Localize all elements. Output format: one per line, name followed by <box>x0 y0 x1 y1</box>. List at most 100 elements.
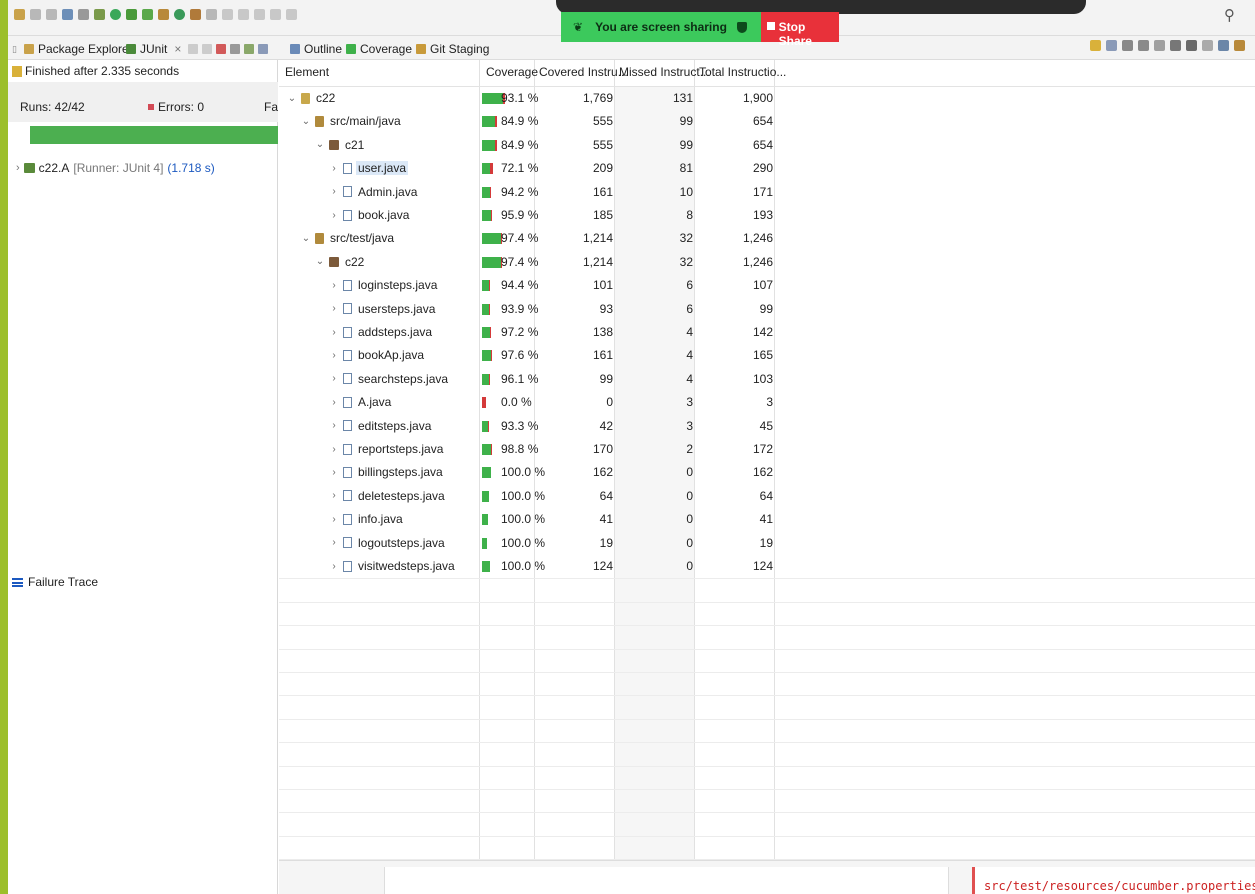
header-element[interactable]: Element <box>285 65 329 79</box>
element-cell[interactable]: › loginsteps.java <box>329 278 439 292</box>
chevron-right-icon[interactable]: › <box>329 186 339 197</box>
table-row[interactable]: › addsteps.java 97.2 % 138 4 142 <box>279 321 775 344</box>
table-row[interactable]: › deletesteps.java 100.0 % 64 0 64 <box>279 485 775 508</box>
table-row[interactable]: › book.java 95.9 % 185 8 193 <box>279 204 775 227</box>
show-failures-only-icon[interactable] <box>216 44 226 54</box>
element-cell[interactable]: › Admin.java <box>329 185 419 199</box>
table-row[interactable]: ⌄ c22 97.4 % 1,214 32 1,246 <box>279 251 775 274</box>
element-cell[interactable]: › reportsteps.java <box>329 442 445 456</box>
merge-sessions-icon[interactable] <box>1170 40 1181 51</box>
element-cell[interactable]: › book.java <box>329 208 411 222</box>
chevron-right-icon[interactable]: › <box>329 350 339 361</box>
test-history-icon[interactable] <box>258 44 268 54</box>
chevron-right-icon[interactable]: › <box>329 303 339 314</box>
chevron-down-icon[interactable]: ⌄ <box>301 116 311 127</box>
tab-git-staging[interactable]: Git Staging <box>416 40 489 58</box>
element-cell[interactable]: ⌄ c22 <box>315 255 366 269</box>
chevron-down-icon[interactable]: ⌄ <box>287 93 297 104</box>
view-menu-icon[interactable] <box>1234 40 1245 51</box>
tab-coverage[interactable]: Coverage × <box>346 40 426 58</box>
chevron-right-icon[interactable]: › <box>329 397 339 408</box>
table-row[interactable]: › logoutsteps.java 100.0 % 19 0 19 <box>279 532 775 555</box>
test-suite-item[interactable]: › c22.A [Runner: JUnit 4] (1.718 s) <box>16 161 215 175</box>
previous-failure-icon[interactable] <box>202 44 212 54</box>
chevron-right-icon[interactable]: › <box>329 444 339 455</box>
element-cell[interactable]: › user.java <box>329 161 409 176</box>
chevron-right-icon[interactable]: › <box>329 490 339 501</box>
chevron-right-icon[interactable]: › <box>329 327 339 338</box>
dump-execution-data-icon[interactable] <box>1186 40 1197 51</box>
element-cell[interactable]: › usersteps.java <box>329 302 437 316</box>
tab-outline[interactable]: Outline <box>290 40 342 58</box>
save-all-icon[interactable] <box>46 8 57 20</box>
element-cell[interactable]: › visitwedsteps.java <box>329 559 457 573</box>
stop-share-button[interactable]: Stop Share <box>761 12 839 48</box>
remove-session-icon[interactable] <box>1138 40 1149 51</box>
chevron-right-icon[interactable]: › <box>329 467 339 478</box>
header-coverage[interactable]: Coverage <box>486 65 538 79</box>
chevron-down-icon[interactable]: ⌄ <box>301 233 311 244</box>
element-cell[interactable]: › deletesteps.java <box>329 489 447 503</box>
table-row[interactable]: › info.java 100.0 % 41 0 41 <box>279 508 775 531</box>
next-annotation-icon[interactable] <box>238 8 249 20</box>
tab-package-explorer[interactable]: Package Explorer <box>24 40 133 58</box>
table-row[interactable]: ⌄ src/main/java 84.9 % 555 99 654 <box>279 110 775 133</box>
new-package-icon[interactable] <box>158 8 169 20</box>
new-icon[interactable] <box>14 8 25 20</box>
element-cell[interactable]: › addsteps.java <box>329 325 434 339</box>
table-row[interactable]: ⌄ c21 84.9 % 555 99 654 <box>279 134 775 157</box>
close-junit-icon[interactable]: × <box>174 42 181 56</box>
scroll-lock-icon[interactable] <box>230 44 240 54</box>
chevron-down-icon[interactable]: ⌄ <box>315 256 325 267</box>
header-missed-instructions[interactable]: Missed Instruct... <box>619 65 710 79</box>
header-total-instructions[interactable]: Total Instructio... <box>699 65 786 79</box>
table-row[interactable]: › loginsteps.java 94.4 % 101 6 107 <box>279 274 775 297</box>
chevron-right-icon[interactable]: › <box>329 373 339 384</box>
chevron-right-icon[interactable]: › <box>329 420 339 431</box>
table-row[interactable]: ⌄ src/test/java 97.4 % 1,214 32 1,246 <box>279 227 775 250</box>
element-cell[interactable]: › bookAp.java <box>329 348 426 362</box>
search-icon[interactable]: ⚲ <box>1224 6 1235 24</box>
table-row[interactable]: › Admin.java 94.2 % 161 10 171 <box>279 181 775 204</box>
tab-junit[interactable]: JUnit × <box>126 40 181 58</box>
element-cell[interactable]: › logoutsteps.java <box>329 536 447 550</box>
relaunch-coverage-icon[interactable] <box>1090 40 1101 51</box>
element-cell[interactable]: ⌄ src/test/java <box>301 231 396 245</box>
external-tools-icon[interactable] <box>142 8 153 20</box>
table-row[interactable]: › billingsteps.java 100.0 % 162 0 162 <box>279 461 775 484</box>
chevron-right-icon[interactable]: › <box>329 561 339 572</box>
new-class-icon[interactable] <box>174 8 185 20</box>
chevron-right-icon[interactable]: › <box>329 280 339 291</box>
link-with-selection-icon[interactable] <box>1218 40 1229 51</box>
editor-area[interactable] <box>384 867 949 894</box>
table-row[interactable]: › reportsteps.java 98.8 % 170 2 172 <box>279 438 775 461</box>
remove-all-sessions-icon[interactable] <box>1154 40 1165 51</box>
element-cell[interactable]: › searchsteps.java <box>329 372 450 386</box>
search-tool-icon[interactable] <box>206 8 217 20</box>
table-row[interactable]: › user.java 72.1 % 209 81 290 <box>279 157 775 180</box>
minimize-icon[interactable]: ▯ <box>12 40 17 58</box>
table-row[interactable]: › editsteps.java 93.3 % 42 3 45 <box>279 415 775 438</box>
back-icon[interactable] <box>270 8 281 20</box>
open-type-icon[interactable] <box>190 8 201 20</box>
debug-icon[interactable] <box>94 8 105 20</box>
element-cell[interactable]: › A.java <box>329 395 393 409</box>
coverage-run-icon[interactable] <box>126 8 137 20</box>
annotation-icon[interactable] <box>222 8 233 20</box>
chevron-right-icon[interactable]: › <box>329 163 339 174</box>
terminal-icon[interactable] <box>62 8 73 20</box>
element-cell[interactable]: ⌄ src/main/java <box>301 114 403 128</box>
rerun-test-icon[interactable] <box>244 44 254 54</box>
table-row[interactable]: › searchsteps.java 96.1 % 99 4 103 <box>279 368 775 391</box>
chevron-right-icon[interactable]: › <box>329 537 339 548</box>
collapse-all-icon[interactable] <box>1202 40 1213 51</box>
element-cell[interactable]: ⌄ c21 <box>315 138 366 152</box>
prev-annotation-icon[interactable] <box>254 8 265 20</box>
table-row[interactable]: ⌄ c22 93.1 % 1,769 131 1,900 <box>279 87 775 110</box>
forward-icon[interactable] <box>286 8 297 20</box>
coverage-session-icon[interactable] <box>1106 40 1117 51</box>
element-cell[interactable]: › editsteps.java <box>329 419 433 433</box>
chevron-right-icon[interactable]: › <box>329 210 339 221</box>
chevron-down-icon[interactable]: ⌄ <box>315 139 325 150</box>
element-cell[interactable]: ⌄ c22 <box>287 91 337 105</box>
